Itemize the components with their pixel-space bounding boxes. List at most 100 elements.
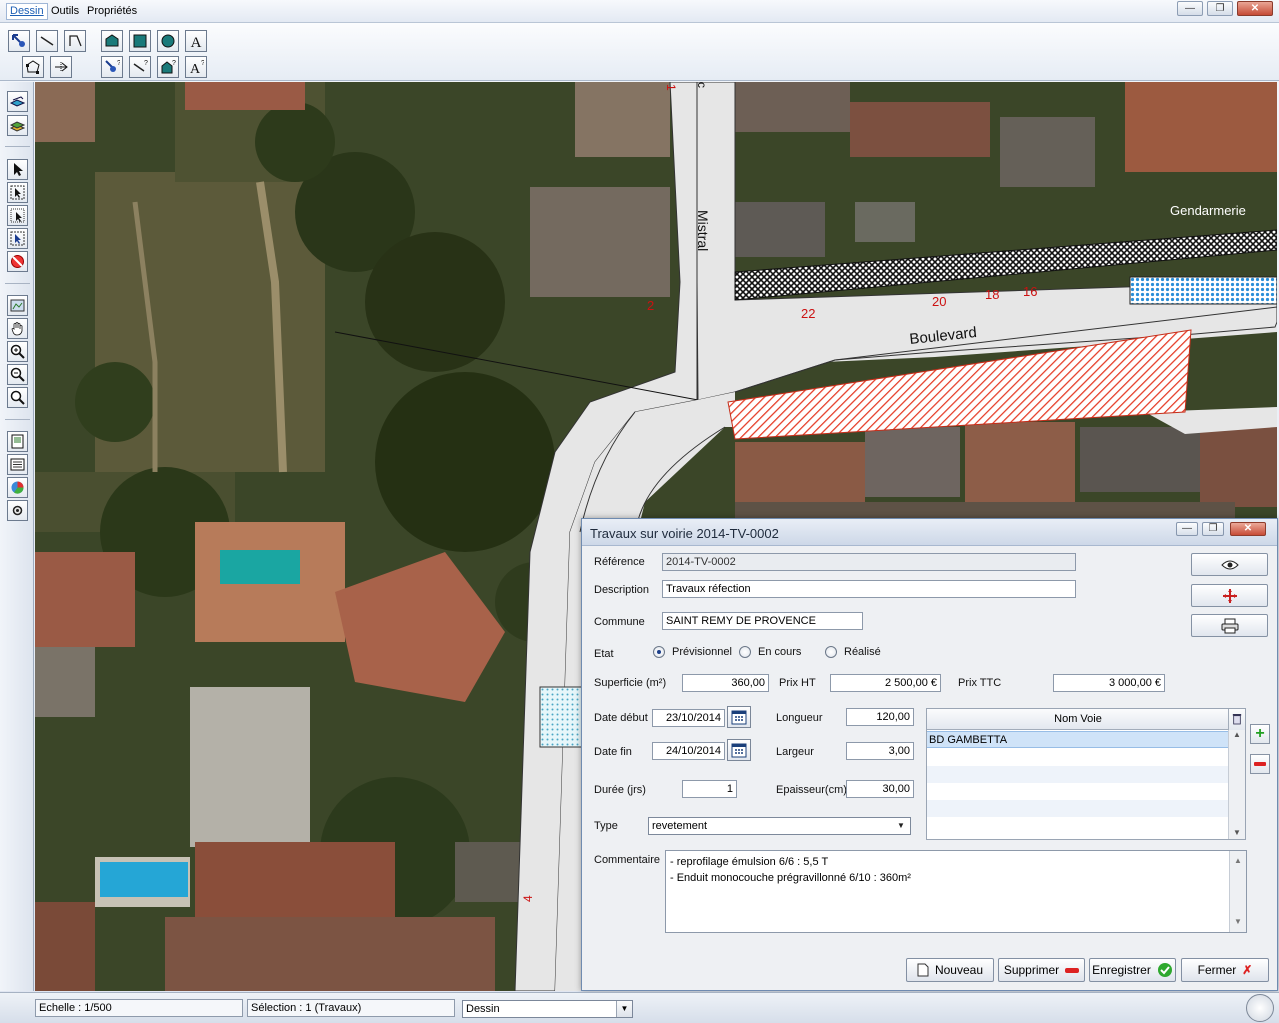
pointer-icon[interactable] xyxy=(7,159,28,180)
restore-button[interactable]: ❐ xyxy=(1207,1,1233,16)
radio-previsionnel[interactable] xyxy=(653,646,665,658)
scale-status: Echelle : 1/500 xyxy=(35,999,243,1017)
svg-text:A: A xyxy=(191,35,202,49)
dialog-minimize-button[interactable]: — xyxy=(1176,522,1198,536)
trash-icon[interactable] xyxy=(1228,709,1245,730)
radio-realise[interactable] xyxy=(825,646,837,658)
voies-grid-header[interactable]: Nom Voie xyxy=(927,709,1229,730)
select-rect-icon[interactable] xyxy=(7,205,28,226)
layers-icon[interactable] xyxy=(7,91,28,112)
commentaire-line: - reprofilage émulsion 6/6 : 5,5 T xyxy=(670,856,829,868)
menu-dessin[interactable]: Dessin xyxy=(6,3,48,20)
calendar-icon[interactable] xyxy=(727,706,751,728)
polygon-icon[interactable] xyxy=(101,30,123,52)
select-arrow-icon[interactable] xyxy=(8,30,30,52)
prixht-field[interactable] xyxy=(830,674,941,692)
longueur-field[interactable] xyxy=(846,708,914,726)
table-row[interactable]: BD GAMBETTA xyxy=(927,731,1229,748)
print-icon[interactable] xyxy=(7,431,28,452)
color-icon[interactable] xyxy=(7,477,28,498)
superficie-field[interactable] xyxy=(682,674,769,692)
layers-stack-icon[interactable] xyxy=(7,115,28,136)
label-mistral: Mistral xyxy=(695,210,711,251)
remove-voie-button[interactable] xyxy=(1250,754,1270,774)
prixht-label: Prix HT xyxy=(779,677,816,689)
radio-en-cours-label[interactable]: En cours xyxy=(758,646,801,658)
minus-icon xyxy=(1254,762,1266,766)
description-field[interactable] xyxy=(662,580,1076,598)
select-edit-icon[interactable]: ? xyxy=(101,56,123,78)
calendar-icon[interactable] xyxy=(727,739,751,761)
zoom-icon[interactable] xyxy=(7,387,28,408)
rectangle-icon[interactable] xyxy=(129,30,151,52)
view-button[interactable] xyxy=(1191,553,1268,576)
no-select-icon[interactable] xyxy=(7,251,28,272)
menu-outils[interactable]: Outils xyxy=(51,5,79,17)
polygon-edit2-icon[interactable]: ? xyxy=(157,56,179,78)
type-select-value: revetement xyxy=(652,820,708,832)
print-button[interactable] xyxy=(1191,614,1268,637)
number-16: 16 xyxy=(1023,284,1037,299)
nouveau-button[interactable]: Nouveau xyxy=(906,958,994,982)
voies-grid[interactable]: Nom Voie BD GAMBETTA ▲ ▼ xyxy=(926,708,1246,840)
scroll-down-icon[interactable]: ▼ xyxy=(1229,828,1245,837)
prixttc-field[interactable] xyxy=(1053,674,1165,692)
number-20: 20 xyxy=(932,294,946,309)
epaisseur-field[interactable] xyxy=(846,780,914,798)
commune-field[interactable] xyxy=(662,612,863,630)
radio-en-cours[interactable] xyxy=(739,646,751,658)
scroll-up-icon[interactable]: ▲ xyxy=(1229,730,1245,739)
minimize-button[interactable]: — xyxy=(1177,1,1203,16)
scroll-up-icon[interactable]: ▲ xyxy=(1230,853,1246,869)
close-button[interactable]: ✕ xyxy=(1237,1,1273,16)
gear-icon[interactable] xyxy=(7,500,28,521)
add-voie-button[interactable]: + xyxy=(1250,724,1270,744)
table-row[interactable] xyxy=(927,800,1229,817)
radio-previsionnel-label[interactable]: Prévisionnel xyxy=(672,646,732,658)
radio-realise-label[interactable]: Réalisé xyxy=(844,646,881,658)
largeur-field[interactable] xyxy=(846,742,914,760)
table-row[interactable] xyxy=(927,817,1229,834)
scroll-down-icon[interactable]: ▼ xyxy=(1230,914,1246,930)
table-row[interactable] xyxy=(927,766,1229,783)
node-add-icon[interactable] xyxy=(50,56,72,78)
chevron-down-icon: ▼ xyxy=(616,1001,632,1017)
dialog-restore-button[interactable]: ❐ xyxy=(1202,522,1224,536)
supprimer-button[interactable]: Supprimer xyxy=(998,958,1085,982)
line-edit-icon[interactable]: ? xyxy=(129,56,151,78)
enregistrer-button[interactable]: Enregistrer xyxy=(1089,958,1176,982)
duree-field[interactable] xyxy=(682,780,737,798)
fermer-button[interactable]: Fermer ✗ xyxy=(1181,958,1269,982)
reference-field[interactable] xyxy=(662,553,1076,571)
line-icon[interactable] xyxy=(36,30,58,52)
select-zone-icon[interactable] xyxy=(7,182,28,203)
menu-proprietes[interactable]: Propriétés xyxy=(87,5,137,17)
commentaire-scrollbar[interactable]: ▲ ▼ xyxy=(1229,851,1246,932)
list-icon[interactable] xyxy=(7,454,28,475)
label-gendarmerie: Gendarmerie xyxy=(1170,203,1246,218)
reference-label: Référence xyxy=(594,556,645,568)
text-edit-icon[interactable]: A? xyxy=(185,56,207,78)
map-view-icon[interactable] xyxy=(7,295,28,316)
polyline-icon[interactable] xyxy=(64,30,86,52)
dialog-close-button[interactable]: ✕ xyxy=(1230,522,1266,536)
locate-button[interactable] xyxy=(1191,584,1268,607)
mode-select[interactable]: Dessin ▼ xyxy=(462,1000,633,1018)
dialog-titlebar[interactable]: Travaux sur voirie 2014-TV-0002 — ❐ ✕ xyxy=(582,519,1277,546)
commentaire-textarea[interactable]: - reprofilage émulsion 6/6 : 5,5 T - End… xyxy=(665,850,1247,933)
circle-icon[interactable] xyxy=(157,30,179,52)
voies-scrollbar[interactable]: ▲ ▼ xyxy=(1228,730,1245,839)
table-row[interactable] xyxy=(927,749,1229,766)
select-info-icon[interactable] xyxy=(7,228,28,249)
zoom-out-icon[interactable] xyxy=(7,364,28,385)
text-icon[interactable]: A xyxy=(185,30,207,52)
polygon-edit-icon[interactable] xyxy=(22,56,44,78)
number-22: 22 xyxy=(801,306,815,321)
pan-hand-icon[interactable] xyxy=(7,318,28,339)
datedebut-field[interactable] xyxy=(652,709,725,727)
datefin-field[interactable] xyxy=(652,742,725,760)
zoom-in-icon[interactable] xyxy=(7,341,28,362)
type-select[interactable]: revetement ▼ xyxy=(648,817,911,835)
table-row[interactable] xyxy=(927,783,1229,800)
commentaire-line: - Enduit monocouche prégravillonné 6/10 … xyxy=(670,872,911,884)
